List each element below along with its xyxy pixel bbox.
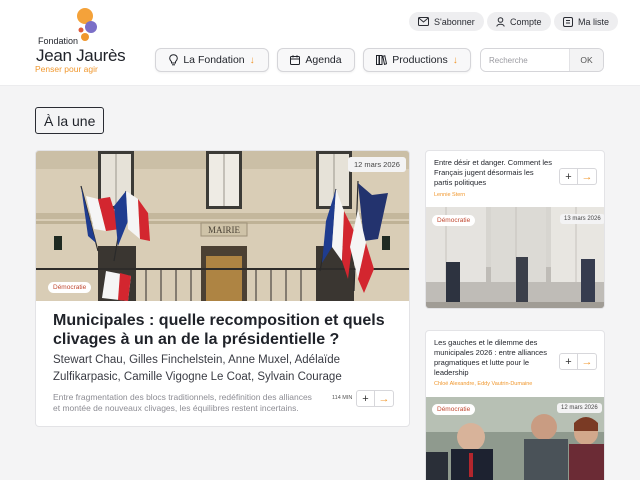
- calendar-icon: [290, 55, 301, 65]
- chevron-down-icon: ↓: [452, 54, 458, 66]
- add-to-list-button[interactable]: +: [559, 353, 578, 370]
- side-article-category-badge[interactable]: Démocratie: [432, 215, 476, 226]
- nav-productions[interactable]: Productions ↓: [363, 48, 471, 72]
- list-icon: [563, 16, 573, 27]
- featured-date: 12 mars 2026: [348, 157, 406, 172]
- add-to-list-button[interactable]: +: [559, 168, 578, 185]
- nav-la-fondation-label: La Fondation: [183, 54, 245, 66]
- account-label: Compte: [510, 16, 542, 27]
- nav-productions-label: Productions: [392, 54, 448, 66]
- side-article-authors[interactable]: Chloé Alexandre, Eddy Vautrin-Dumaine: [434, 381, 532, 387]
- side-article-card[interactable]: Les gauches et le dilemme des municipale…: [425, 330, 605, 480]
- subscribe-label: S'abonner: [434, 16, 475, 27]
- plus-icon: +: [565, 355, 572, 368]
- featured-article-card[interactable]: MAIRIE Démocratie 12 mars 2026 Municipal…: [35, 150, 410, 427]
- plus-icon: +: [362, 392, 369, 405]
- side-article-date: 12 mars 2026: [557, 403, 602, 413]
- plus-icon: +: [565, 170, 572, 183]
- featured-title[interactable]: Municipales : quelle recomposition et qu…: [53, 311, 393, 349]
- mail-icon: [418, 17, 429, 26]
- logo-dots-icon: [77, 8, 97, 41]
- open-article-button[interactable]: →: [578, 353, 597, 370]
- nav-agenda[interactable]: Agenda: [277, 48, 355, 72]
- books-icon: [376, 55, 388, 65]
- side-article-date: 13 mars 2026: [560, 214, 604, 224]
- featured-summary: Entre fragmentation des blocs traditionn…: [53, 392, 312, 413]
- side-article-authors[interactable]: Lennie Stern: [434, 192, 465, 198]
- search-ok-button[interactable]: OK: [569, 49, 603, 71]
- section-title: À la une: [35, 107, 105, 134]
- side-article-category-badge[interactable]: Démocratie: [432, 404, 476, 415]
- logo-top-line: Fondation: [38, 36, 79, 46]
- side-article-image[interactable]: Démocratie 13 mars 2026: [426, 207, 604, 308]
- arrow-right-icon: →: [581, 170, 593, 183]
- my-list-label: Ma liste: [578, 16, 610, 27]
- user-icon: [496, 16, 505, 27]
- side-article-card[interactable]: Entre désir et danger. Comment les Franç…: [425, 150, 605, 309]
- side-article-image[interactable]: Démocratie 12 mars 2026: [426, 397, 604, 480]
- subscribe-button[interactable]: S'abonner: [409, 12, 484, 31]
- side-article-title[interactable]: Les gauches et le dilemme des municipale…: [434, 338, 552, 378]
- logo-name: Jean Jaurès: [36, 46, 126, 65]
- logo-tagline: Penser pour agir: [35, 64, 98, 74]
- featured-read-time: 114 MIN: [332, 395, 353, 401]
- add-to-list-button[interactable]: +: [356, 390, 375, 407]
- site-logo[interactable]: Fondation Jean Jaurès Penser pour agir: [35, 8, 135, 74]
- open-article-button[interactable]: →: [375, 390, 394, 407]
- arrow-right-icon: →: [581, 355, 593, 368]
- mairie-sign: MAIRIE: [208, 225, 240, 235]
- nav-agenda-label: Agenda: [305, 54, 342, 66]
- search-input[interactable]: [481, 49, 569, 71]
- chevron-down-icon: ↓: [249, 54, 255, 66]
- my-list-button[interactable]: Ma liste: [554, 12, 619, 31]
- featured-image[interactable]: MAIRIE Démocratie 12 mars 2026: [36, 151, 409, 301]
- bulb-icon: [169, 54, 179, 66]
- open-article-button[interactable]: →: [578, 168, 597, 185]
- featured-authors[interactable]: Stewart Chau, Gilles Finchelstein, Anne …: [53, 352, 398, 386]
- town-hall-flags-illustration: MAIRIE: [36, 151, 409, 301]
- arrow-right-icon: →: [378, 392, 390, 405]
- featured-category-badge[interactable]: Démocratie: [48, 282, 92, 293]
- site-header: Fondation Jean Jaurès Penser pour agir S…: [0, 0, 640, 86]
- search-form: OK: [480, 48, 604, 72]
- side-article-title[interactable]: Entre désir et danger. Comment les Franç…: [434, 158, 552, 188]
- nav-la-fondation[interactable]: La Fondation ↓: [155, 48, 269, 72]
- account-button[interactable]: Compte: [487, 12, 551, 31]
